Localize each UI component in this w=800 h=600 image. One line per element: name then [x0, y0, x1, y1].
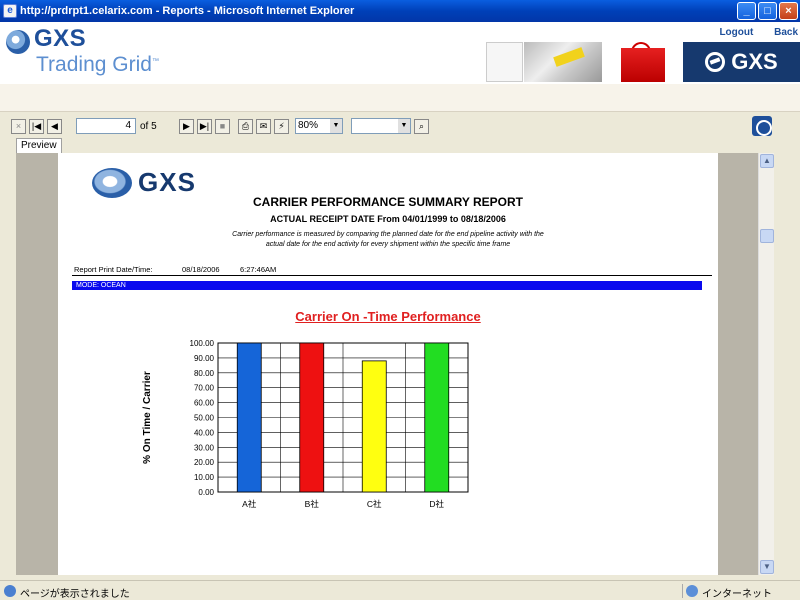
y-tick-label: 50.00 — [194, 414, 215, 423]
search-select[interactable]: ▼ — [351, 118, 411, 134]
y-tick-label: 80.00 — [194, 369, 215, 378]
site-header: GXS Trading Grid™ Logout Back GXS — [0, 22, 800, 84]
last-page-button[interactable]: ▶| — [197, 118, 212, 134]
header-image-blank — [486, 42, 523, 82]
report-viewer-toolbar: × |◀ ◀ 4 of 5 ▶ ▶| ■ ⎙ ✉ ⚡ 80% ▼ ▼ ⌕ — [8, 114, 774, 138]
chevron-down-icon: ▼ — [398, 119, 410, 133]
tab-preview[interactable]: Preview — [16, 138, 62, 153]
print-button[interactable]: ⎙ — [238, 118, 253, 134]
close-button[interactable]: × — [779, 2, 798, 20]
minimize-button[interactable]: _ — [737, 2, 756, 20]
page-count: of 5 — [140, 120, 157, 132]
stop-button[interactable]: ■ — [215, 118, 230, 134]
y-tick-label: 40.00 — [194, 428, 215, 437]
refresh-button[interactable]: ⚡ — [274, 118, 289, 134]
x-tick-label: D社 — [429, 499, 444, 509]
chevron-down-icon: ▼ — [330, 119, 342, 133]
gxs-brand-text: GXS — [731, 49, 778, 74]
y-tick-label: 0.00 — [198, 488, 214, 497]
report-preview-area: GXS CARRIER PERFORMANCE SUMMARY REPORT A… — [16, 153, 758, 575]
header-band — [0, 84, 800, 112]
zone-text: インターネット — [702, 589, 772, 600]
maximize-button[interactable]: □ — [758, 2, 777, 20]
scroll-thumb[interactable] — [760, 229, 774, 243]
zoom-select[interactable]: 80% ▼ — [295, 118, 343, 134]
header-image-shopping-bag — [603, 42, 681, 82]
brand-line1: GXS — [34, 25, 87, 52]
prev-page-button[interactable]: ◀ — [47, 118, 62, 134]
y-tick-label: 20.00 — [194, 458, 215, 467]
report-title: CARRIER PERFORMANCE SUMMARY REPORT — [252, 195, 523, 209]
bar — [361, 360, 387, 493]
scroll-up-icon[interactable]: ▲ — [760, 154, 774, 168]
binoculars-search-icon[interactable]: ⌕ — [414, 118, 429, 134]
mode-bar: MODE: OCEAN — [72, 281, 702, 290]
report-description: Carrier performance is measured by compa… — [232, 231, 544, 248]
report-divider — [72, 275, 712, 276]
back-link[interactable]: Back — [774, 27, 798, 38]
window-title-bar: e http://prdrpt1.celarix.com - Reports -… — [0, 0, 800, 22]
export-button[interactable]: ✉ — [256, 118, 271, 134]
y-tick-label: 100.00 — [190, 339, 215, 348]
gxs-globe-icon — [705, 52, 726, 72]
status-bar: ページが表示されました インターネット — [0, 580, 800, 600]
x-tick-label: C社 — [367, 499, 382, 509]
report-page: GXS CARRIER PERFORMANCE SUMMARY REPORT A… — [58, 153, 718, 575]
status-text: ページが表示されました — [20, 589, 130, 600]
header-image-documents — [524, 42, 602, 82]
window-title: http://prdrpt1.celarix.com - Reports - M… — [20, 5, 355, 17]
y-tick-label: 70.00 — [194, 384, 215, 393]
report-print-datetime: Report Print Date/Time: 08/18/2006 6:27:46… — [74, 265, 277, 274]
report-logo-text: GXS — [138, 167, 196, 197]
x-tick-label: B社 — [305, 499, 320, 509]
top-links: Logout Back — [701, 27, 798, 38]
chart-title: Carrier On -Time Performance — [295, 309, 481, 324]
page-number-input[interactable]: 4 — [76, 118, 136, 134]
y-tick-label: 30.00 — [194, 443, 215, 452]
y-axis-label: % On Time / Carrier — [142, 371, 153, 464]
y-tick-label: 90.00 — [194, 354, 215, 363]
crystal-reports-icon — [752, 116, 772, 136]
brand-line2: Trading Grid™ — [36, 53, 159, 76]
bar-chart: 0.00 10.00 20.00 30.00 40.00 50.00 60.00 70.00 8… — [142, 339, 469, 509]
globe-icon — [686, 585, 698, 597]
logout-link[interactable]: Logout — [719, 27, 753, 38]
report-subtitle: ACTUAL RECEIPT DATE From 04/01/1999 to 0… — [270, 214, 506, 224]
gxs-trading-grid-logo: GXS Trading Grid™ — [6, 25, 159, 77]
bar — [299, 342, 325, 493]
scroll-down-icon[interactable]: ▼ — [760, 560, 774, 574]
vertical-scrollbar[interactable]: ▲ ▼ — [758, 153, 774, 575]
gxs-globe-icon — [6, 30, 30, 54]
x-tick-label: A社 — [242, 499, 257, 509]
y-tick-label: 10.00 — [194, 473, 215, 482]
report-gxs-logo: GXS — [92, 167, 196, 198]
next-page-button[interactable]: ▶ — [179, 118, 194, 134]
bar — [236, 342, 262, 493]
gxs-globe-icon — [92, 167, 132, 198]
ie-icon: e — [3, 4, 17, 18]
page-done-icon — [4, 585, 16, 597]
close-viewer-icon[interactable]: × — [11, 118, 26, 134]
header-gxs-brand-panel: GXS — [683, 42, 800, 82]
first-page-button[interactable]: |◀ — [29, 118, 44, 134]
y-tick-label: 60.00 — [194, 399, 215, 408]
bar — [424, 342, 450, 493]
